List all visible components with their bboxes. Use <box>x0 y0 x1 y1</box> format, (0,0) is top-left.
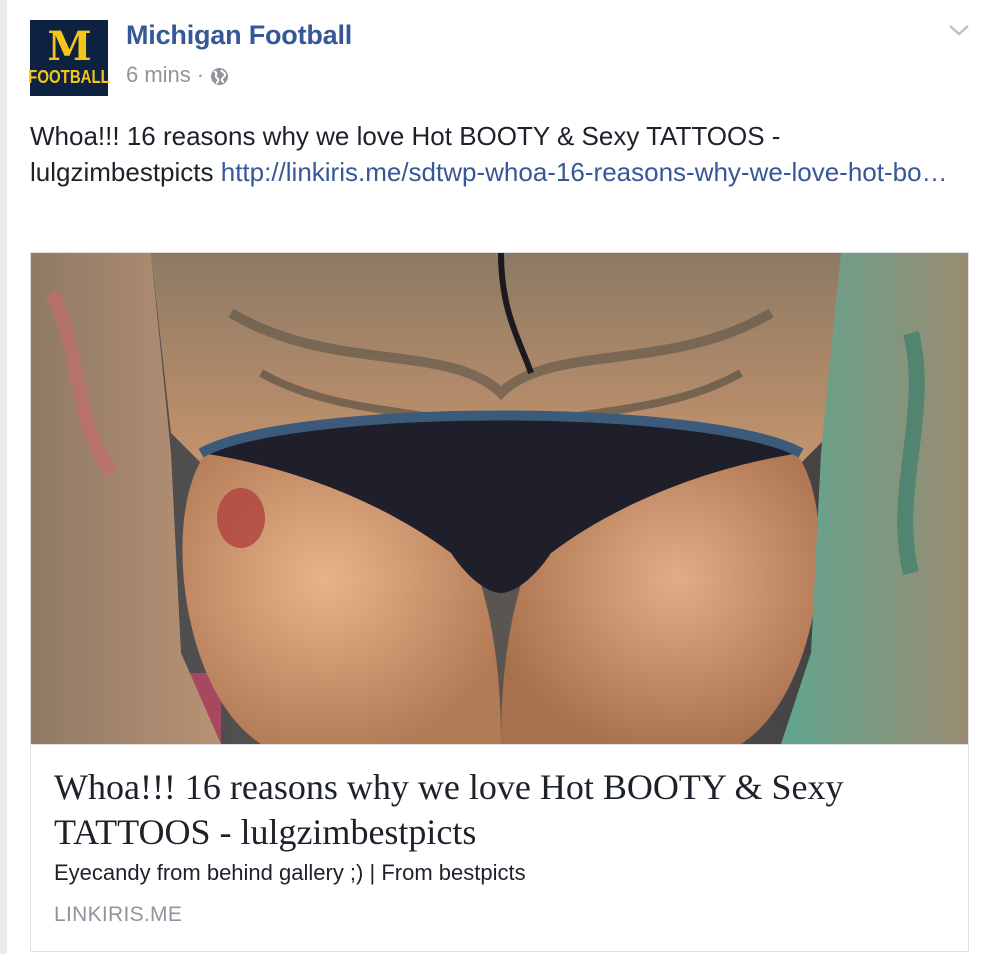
page-avatar[interactable]: M FOOTBALL <box>28 20 110 96</box>
link-preview-text: Whoa!!! 16 reasons why we love Hot BOOTY… <box>31 744 968 951</box>
feed-post: M FOOTBALL Michigan Football 6 mins · Wh… <box>0 0 984 954</box>
avatar-logo-letter: M <box>47 23 91 70</box>
avatar-logo-text: FOOTBALL <box>28 66 110 88</box>
status-link[interactable]: http://linkiris.me/sdtwp-whoa-16-reasons… <box>221 157 948 187</box>
globe-icon[interactable] <box>210 66 229 85</box>
link-preview-domain: LINKIRIS.ME <box>54 903 183 926</box>
post-timestamp[interactable]: 6 mins <box>126 62 191 88</box>
post-status-text: Whoa!!! 16 reasons why we love Hot BOOTY… <box>30 118 970 190</box>
page-name-link[interactable]: Michigan Football <box>126 20 352 51</box>
meta-separator: · <box>196 62 205 87</box>
link-preview-card[interactable]: Whoa!!! 16 reasons why we love Hot BOOTY… <box>30 252 969 952</box>
link-preview-title[interactable]: Whoa!!! 16 reasons why we love Hot BOOTY… <box>54 765 934 855</box>
link-preview-image[interactable] <box>31 253 968 744</box>
link-preview-description: Eyecandy from behind gallery ;) | From b… <box>54 860 526 885</box>
post-meta: 6 mins · <box>126 62 229 88</box>
chevron-down-icon[interactable] <box>946 20 972 40</box>
